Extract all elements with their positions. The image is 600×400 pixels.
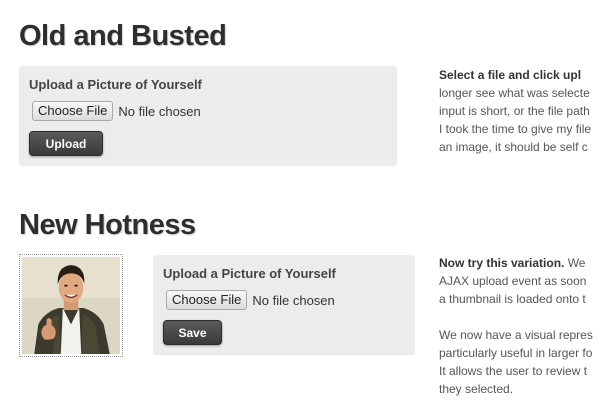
new-upload-form: Upload a Picture of Yourself Choose File… (153, 255, 415, 355)
new-no-file-text: No file chosen (252, 292, 335, 308)
save-button[interactable]: Save (163, 320, 222, 345)
old-description-lead: Select a file and click upl (439, 68, 582, 82)
old-upload-form: Upload a Picture of Yourself Choose File… (19, 66, 397, 166)
old-file-input[interactable]: Choose File No file chosen (32, 101, 201, 121)
thumbnail-preview (19, 254, 123, 357)
person-photo-image (22, 257, 120, 354)
new-description-line: AJAX upload event as soon (439, 274, 587, 288)
page: Old and Busted Upload a Picture of Yours… (0, 0, 600, 400)
old-description: Select a file and click upl longer see w… (439, 66, 600, 156)
old-choose-file-button[interactable]: Choose File (32, 101, 114, 121)
new-choose-file-button[interactable]: Choose File (166, 290, 248, 310)
old-description-line: an image, it should be self c (439, 140, 588, 154)
old-description-line: input is short, or the file path (439, 104, 590, 118)
new-upload-label: Upload a Picture of Yourself (163, 266, 336, 281)
old-section-title: Old and Busted (19, 20, 227, 52)
new-description-line: they selected. (439, 382, 514, 396)
new-description-lead: Now try this variation. We (439, 256, 586, 270)
new-description: Now try this variation. We AJAX upload e… (439, 254, 600, 398)
old-description-line: I took the time to give my file (439, 122, 592, 136)
new-description-line: particularly useful in larger fo (439, 346, 593, 360)
new-description-line: a thumbnail is loaded onto t (439, 292, 586, 306)
new-section-title: New Hotness (19, 209, 196, 241)
upload-button[interactable]: Upload (29, 131, 103, 156)
old-no-file-text: No file chosen (118, 103, 201, 119)
paragraph-spacer (439, 308, 600, 326)
new-description-line: We now have a visual repres (439, 328, 593, 342)
old-upload-label: Upload a Picture of Yourself (29, 77, 202, 92)
old-description-line: longer see what was selecte (439, 86, 590, 100)
new-file-input[interactable]: Choose File No file chosen (166, 290, 335, 310)
new-description-line: It allows the user to review t (439, 364, 588, 378)
